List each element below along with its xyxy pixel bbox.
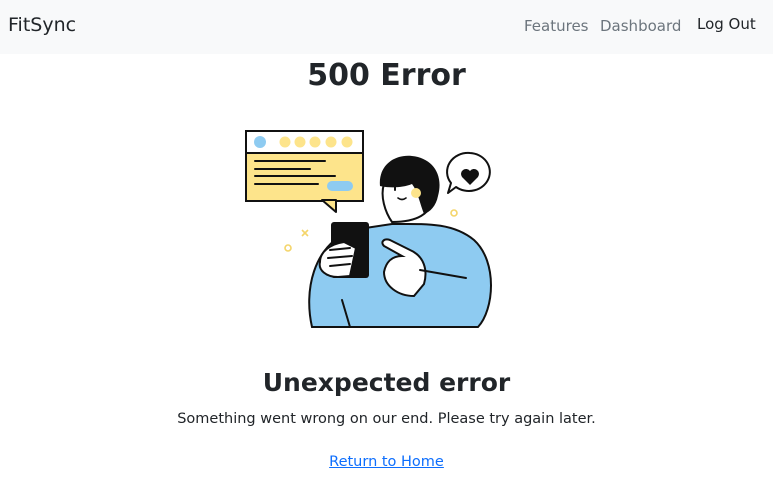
brand-logo[interactable]: FitSync [8,14,76,36]
return-home-link[interactable]: Return to Home [329,454,444,470]
error-heading: Unexpected error [262,368,511,397]
error-message: Something went wrong on our end. Please … [177,411,596,427]
navbar: FitSync Features Dashboard Log Out [0,0,773,54]
home-link-container: Return to Home [0,451,773,470]
logout-button[interactable]: Log Out [697,15,756,33]
heart-bubble-icon [446,151,491,194]
error-illustration [245,130,492,328]
nav-link-dashboard[interactable]: Dashboard [600,17,681,35]
review-bubble-icon [245,130,364,213]
page-title: 500 Error [307,58,466,93]
nav-link-features[interactable]: Features [524,17,589,35]
